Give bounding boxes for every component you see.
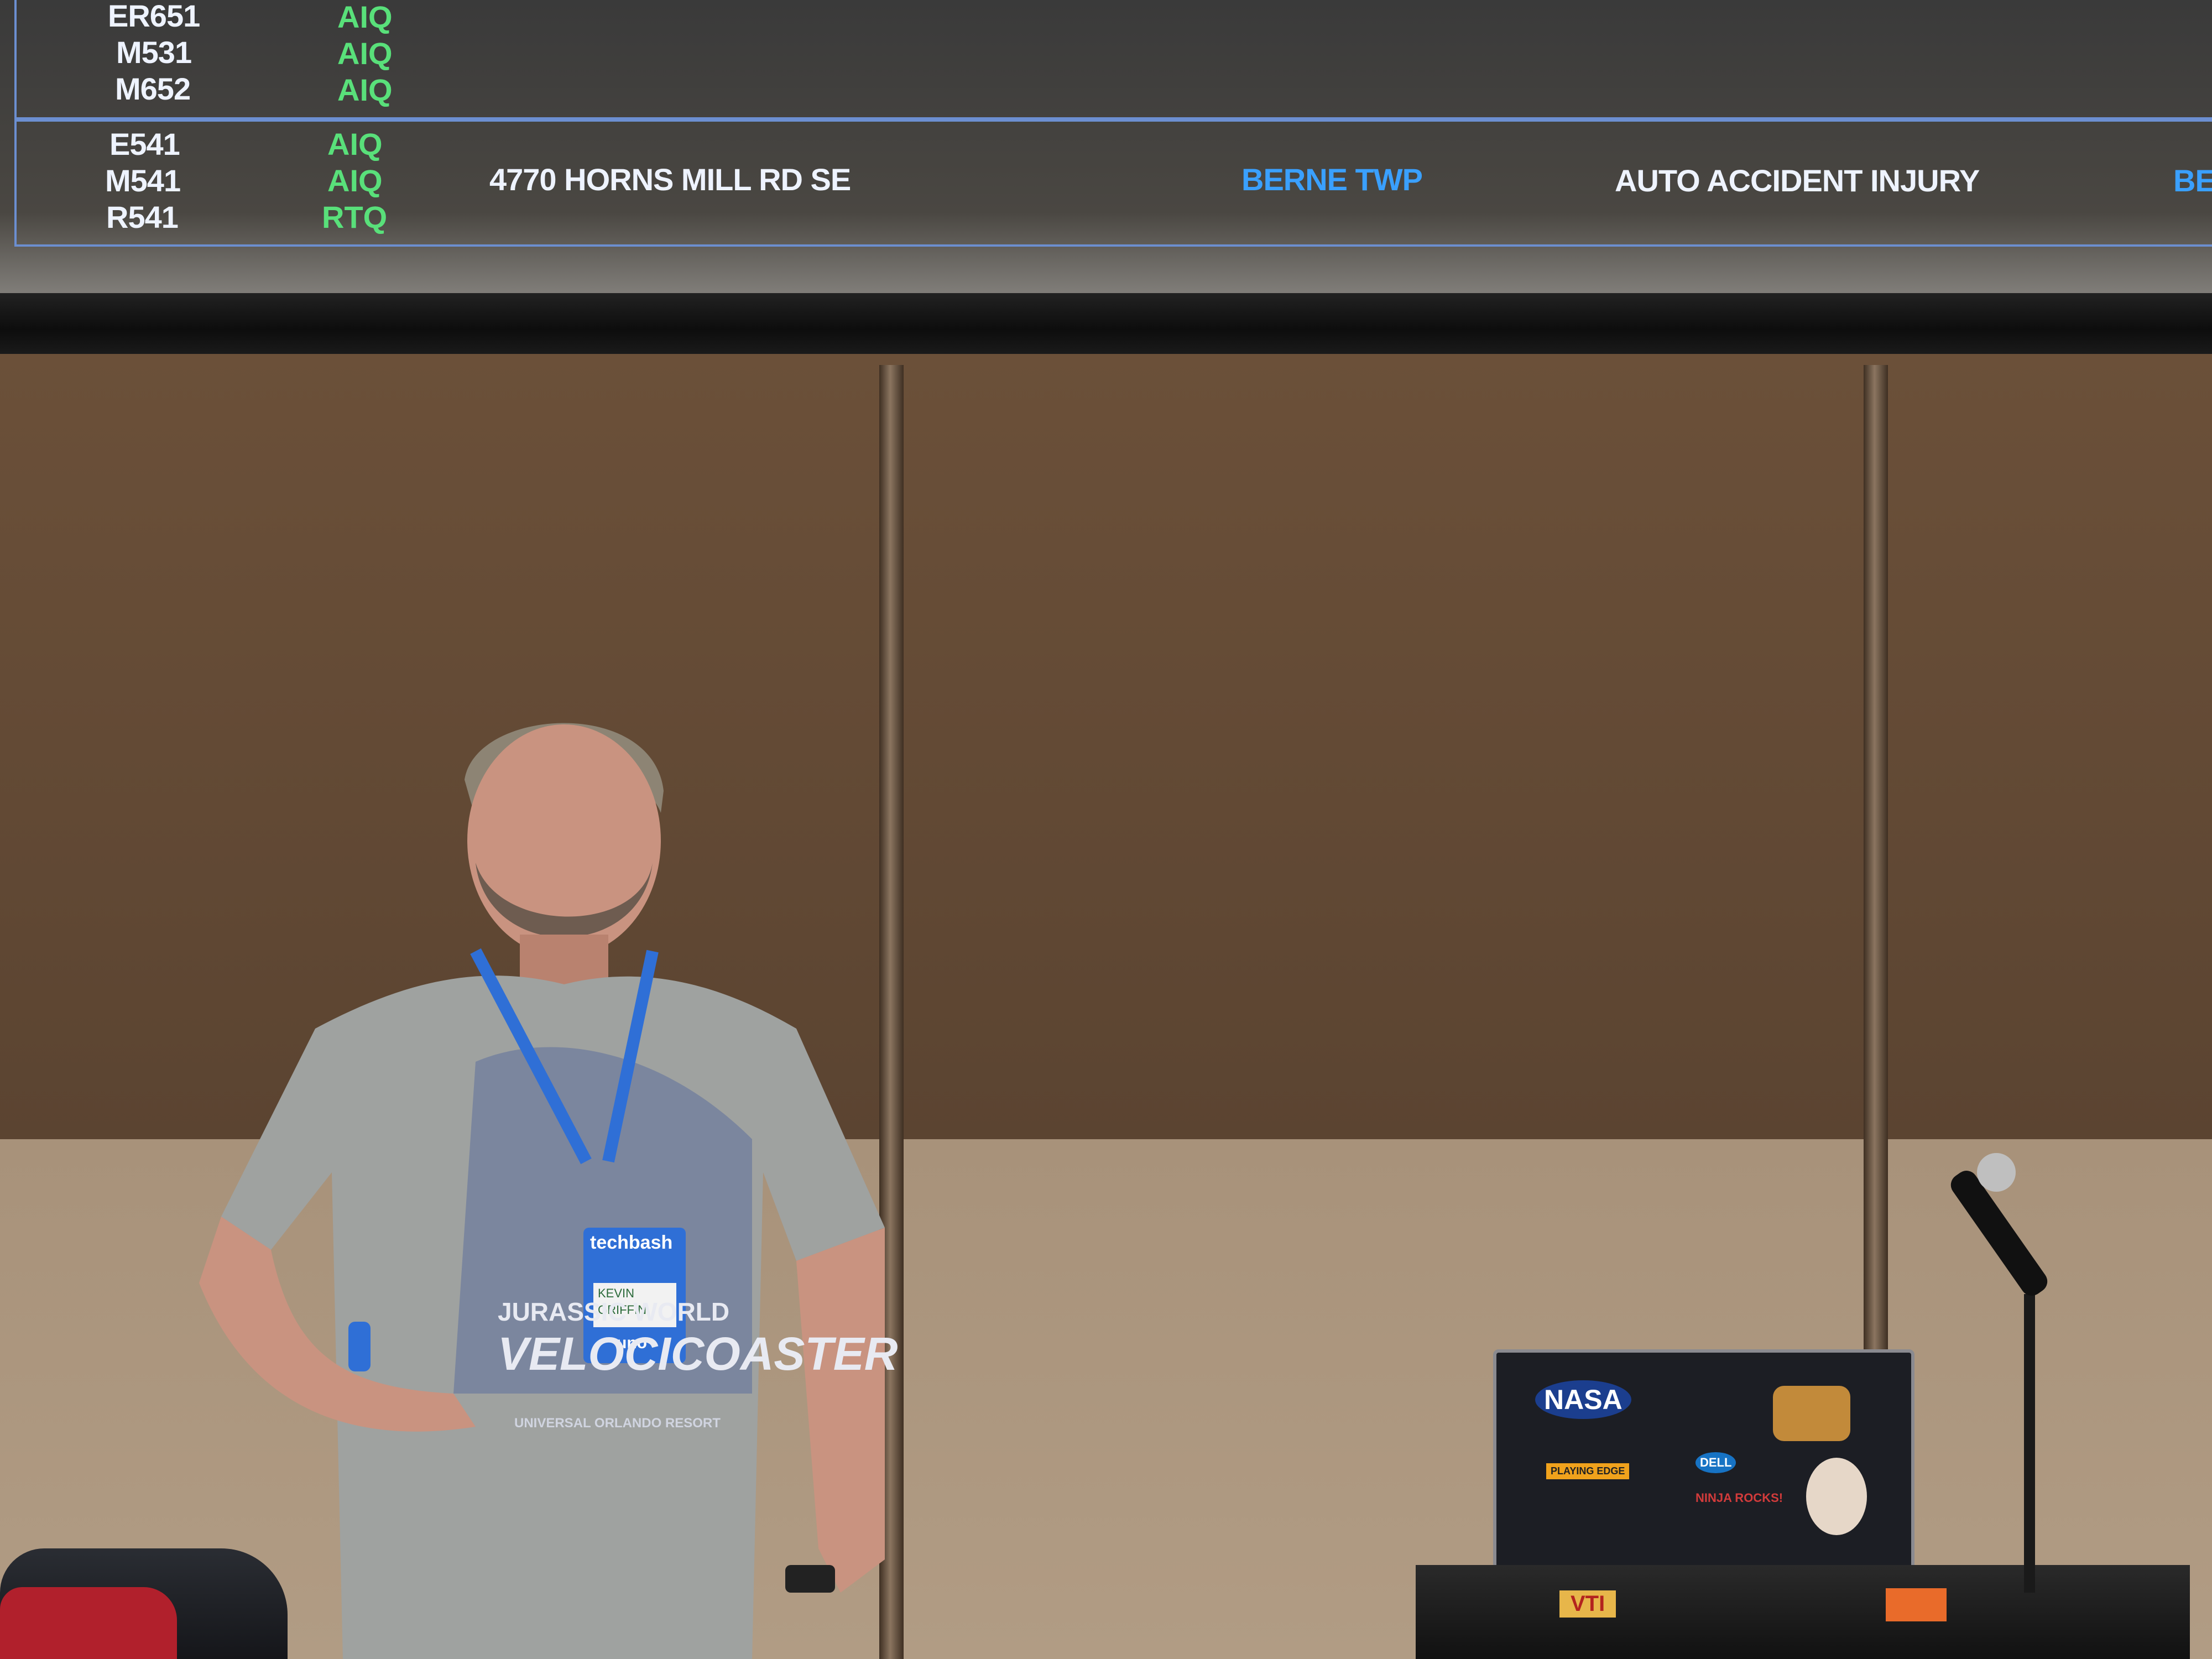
equipment-rack: VTI (1416, 1565, 2190, 1659)
shirt-text-line2: VELOCICOASTER (498, 1328, 898, 1380)
laptop-with-stickers: NASA PLAYING EDGE DELL NINJA ROCKS! (1493, 1349, 1914, 1588)
unit-status: AIQ (337, 36, 393, 71)
shirt-text-line3: UNIVERSAL ORLANDO RESORT (514, 1416, 721, 1431)
incident-type: AUTO ACCIDENT INJURY (1615, 163, 1980, 198)
unit-status: AIQ (327, 127, 383, 161)
unit-status: RTQ (322, 200, 388, 234)
photo-scene: ER651 M531 M652 AIQ AIQ AIQ E541 M541 R5… (0, 0, 2212, 1659)
badge-event-name: techbash (590, 1232, 673, 1253)
dell-sticker: DELL (1695, 1452, 1736, 1473)
incident-overflow-text: BE (2173, 163, 2212, 198)
microphone-head (1977, 1153, 2016, 1192)
playing-edge-sticker: PLAYING EDGE (1546, 1463, 1630, 1479)
rack-label: VTI (1559, 1590, 1616, 1618)
unit-id: M531 (116, 35, 192, 70)
shirt-text-line1: JURASSIC WORLD (498, 1297, 730, 1326)
unit-id: ER651 (108, 0, 200, 33)
microphone-stand (2024, 1294, 2035, 1593)
unit-id: M541 (105, 163, 181, 198)
incident-address: 4770 HORNS MILL RD SE (489, 162, 851, 197)
red-bag (0, 1587, 177, 1659)
screen-bezel (0, 293, 2212, 354)
presenter-figure (199, 723, 885, 1659)
unit-id: E541 (109, 127, 180, 161)
unit-id: R541 (106, 200, 179, 234)
warning-sticker (1886, 1588, 1947, 1621)
unit-status: AIQ (327, 163, 383, 198)
incident-township: BERNE TWP (1241, 162, 1423, 197)
dinosaur-sticker (1773, 1386, 1850, 1441)
nasa-sticker: NASA (1535, 1380, 1631, 1419)
unit-status: AIQ (337, 72, 393, 107)
character-sticker (1806, 1458, 1867, 1535)
ninja-rocks-sticker: NINJA ROCKS! (1695, 1491, 1783, 1505)
unit-id: M652 (115, 71, 191, 106)
unit-status: AIQ (337, 0, 393, 34)
